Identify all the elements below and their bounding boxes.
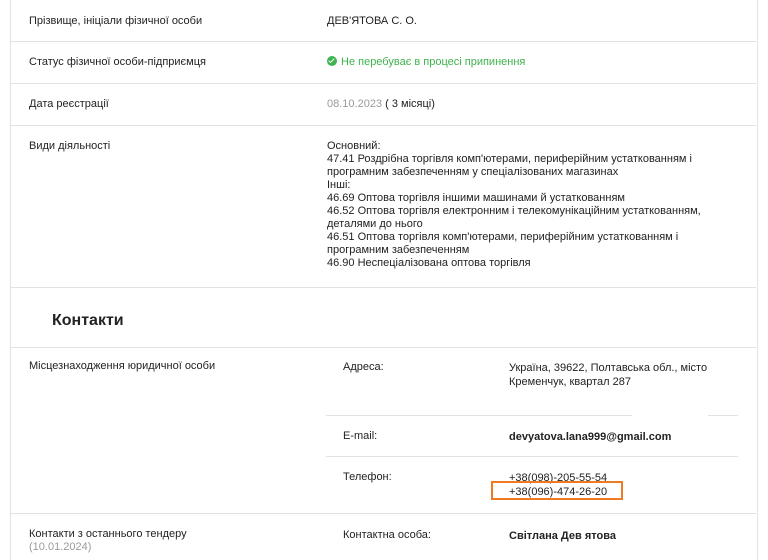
tender-label: Контакти з останнього тендеру (29, 528, 187, 540)
tender-date: (10.01.2024) (29, 541, 92, 553)
divider (708, 415, 738, 416)
activity-line: Основний: (327, 140, 381, 152)
contacts-heading: Контакти (52, 312, 124, 329)
contact-person-label: Контактна особа: (343, 529, 431, 541)
phone-highlight-box (491, 481, 623, 500)
check-icon (327, 56, 337, 66)
activities-label: Види діяльності (29, 140, 111, 152)
email-label: E-mail: (343, 430, 378, 442)
activity-line: Інші: (327, 179, 351, 191)
activities-list: Основний: 47.41 Роздрібна торгівля комп'… (327, 140, 701, 270)
location-label: Місцезнаходження юридичної особи (29, 360, 216, 372)
phone-label: Телефон: (343, 471, 392, 483)
address-line: Кременчук, квартал 287 (509, 376, 631, 388)
row-activities: Види діяльності Основний: 47.41 Роздрібн… (11, 126, 756, 288)
address-line: Україна, 39622, Полтавська обл., місто (509, 362, 708, 374)
contact-person-link[interactable]: Світлана Дев ятова (509, 529, 616, 543)
address-value: Україна, 39622, Полтавська обл., місто К… (509, 361, 707, 389)
registration-label: Дата реєстрації (29, 98, 109, 110)
status-label: Статус фізичної особи-підприємця (29, 56, 206, 68)
activity-line: програмним забезпеченням (327, 244, 470, 256)
activity-line: 46.69 Оптова торгівля іншими машинами й … (327, 192, 625, 204)
activity-line: деталями до нього (327, 218, 423, 230)
email-link[interactable]: devyatova.lana999@gmail.com (509, 430, 671, 444)
status-value: Не перебуває в процесі припинення (327, 56, 525, 69)
divider (326, 456, 738, 457)
name-label: Прізвище, ініціали фізичної особи (29, 15, 203, 27)
row-status: Статус фізичної особи-підприємця Не пере… (11, 42, 756, 84)
activity-line: 47.41 Роздрібна торгівля комп'ютерами, п… (327, 153, 692, 165)
divider (326, 415, 632, 416)
activity-line: програмним забезпеченням у спеціалізован… (327, 166, 619, 178)
registration-date: 08.10.2023 (327, 98, 383, 110)
row-name: Прізвище, ініціали фізичної особи ДЕВ'ЯТ… (11, 0, 756, 42)
row-registration: Дата реєстрації 08.10.2023 ( 3 місяці) (11, 84, 756, 126)
registration-value: 08.10.2023 ( 3 місяці) (327, 98, 435, 111)
name-value: ДЕВ'ЯТОВА С. О. (327, 15, 417, 27)
activity-line: 46.52 Оптова торгівля електронним і теле… (327, 205, 701, 217)
registration-duration: ( 3 місяці) (385, 98, 435, 110)
activity-line: 46.51 Оптова торгівля комп'ютерами, пери… (327, 231, 679, 243)
address-label: Адреса: (343, 361, 384, 373)
activity-line: 46.90 Неспеціалізована оптова торгівля (327, 257, 531, 269)
status-text: Не перебуває в процесі припинення (341, 56, 526, 68)
